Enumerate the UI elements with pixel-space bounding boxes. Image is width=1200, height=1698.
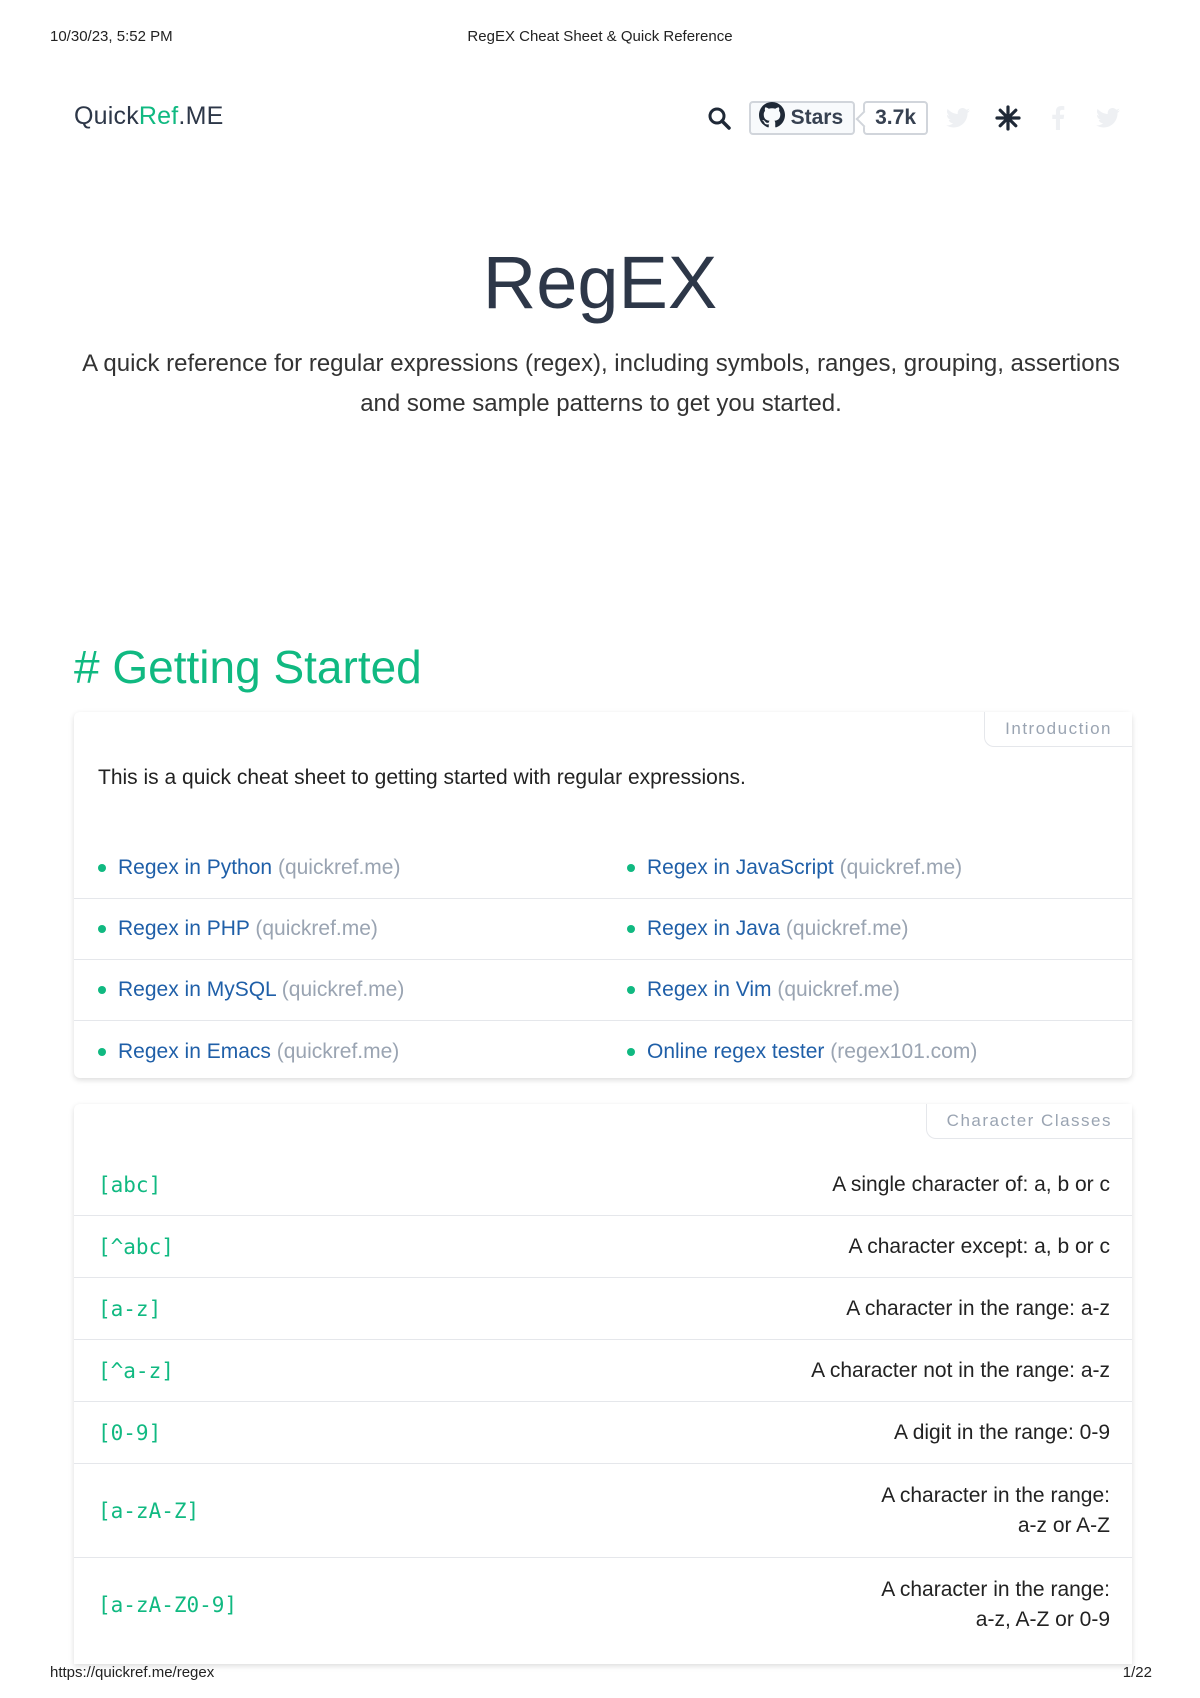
link-regex-vim[interactable]: Regex in Vim	[647, 978, 772, 1001]
regex-description: A single character of: a, b or c	[832, 1172, 1110, 1196]
link-regex-php[interactable]: Regex in PHP	[118, 917, 250, 940]
link-online-regex-tester[interactable]: Online regex tester	[647, 1040, 824, 1063]
regex-description: A character in the range: a-z or A-Z	[881, 1483, 1110, 1537]
link-domain: (quickref.me)	[255, 917, 378, 940]
table-row: [0-9] A digit in the range: 0-9	[74, 1402, 1132, 1464]
regex-code: [a-zA-Z]	[98, 1498, 200, 1523]
regex-links-list: Regex in Python (quickref.me) Regex in J…	[74, 838, 1132, 1082]
regex-code: [abc]	[98, 1172, 162, 1197]
regex-description: A digit in the range: 0-9	[894, 1420, 1110, 1444]
regex-code: [a-z]	[98, 1296, 162, 1321]
list-item: Regex in Java (quickref.me)	[603, 899, 1132, 960]
print-title: RegEX Cheat Sheet & Quick Reference	[467, 28, 733, 45]
link-domain: (quickref.me)	[281, 978, 405, 1001]
table-row: [abc] A single character of: a, b or c	[74, 1154, 1132, 1216]
site-nav: QuickRef.ME Stars 3.7k	[74, 96, 1128, 140]
link-domain: (quickref.me)	[777, 978, 900, 1001]
twitter-icon[interactable]	[1088, 98, 1128, 138]
logo-suffix: .ME	[178, 102, 224, 130]
table-row: [a-zA-Z0-9] A character in the range: a-z…	[74, 1558, 1132, 1652]
table-row: [^a-z] A character not in the range: a-z	[74, 1340, 1132, 1402]
list-item: Regex in Python (quickref.me)	[74, 838, 603, 899]
github-icon	[758, 102, 785, 134]
card-label: Introduction	[984, 712, 1132, 747]
character-classes-card: Character Classes [abc] A single characte…	[74, 1104, 1132, 1664]
print-url: https://quickref.me/regex	[50, 1664, 215, 1681]
introduction-card: Introduction This is a quick cheat sheet…	[74, 712, 1132, 1078]
regex-code: [^abc]	[98, 1234, 174, 1259]
table-row: [a-z] A character in the range: a-z	[74, 1278, 1132, 1340]
link-domain: (regex101.com)	[830, 1039, 978, 1063]
link-regex-mysql[interactable]: Regex in MySQL	[118, 978, 276, 1001]
table-row: [a-zA-Z] A character in the range: a-z or…	[74, 1464, 1132, 1558]
site-logo[interactable]: QuickRef.ME	[74, 102, 223, 131]
print-page-number: 1/22	[1122, 1664, 1152, 1681]
search-icon[interactable]	[699, 98, 739, 138]
page-title: RegEX	[482, 241, 718, 324]
list-item: Regex in PHP (quickref.me)	[74, 899, 603, 960]
github-stars-widget: Stars 3.7k	[748, 101, 928, 135]
table-row: [^abc] A character except: a, b or c	[74, 1216, 1132, 1278]
link-regex-emacs[interactable]: Regex in Emacs	[118, 1040, 271, 1063]
list-item: Regex in Vim (quickref.me)	[603, 960, 1132, 1021]
regex-code: [^a-z]	[98, 1358, 174, 1383]
link-domain: (quickref.me)	[276, 1039, 400, 1063]
print-footer: https://quickref.me/regex 1/22	[0, 1664, 1200, 1684]
print-header: 10/30/23, 5:52 PM RegEX Cheat Sheet & Qu…	[0, 28, 1200, 48]
page-description: A quick reference for regular expression…	[82, 350, 1120, 417]
regex-description: A character in the range: a-z	[846, 1296, 1110, 1320]
regex-description: A character in the range: a-z, A-Z or 0-…	[881, 1578, 1110, 1631]
card-label: Character Classes	[925, 1104, 1132, 1139]
facebook-icon[interactable]	[1038, 98, 1078, 138]
github-stars-button[interactable]: Stars	[748, 101, 856, 135]
link-regex-java[interactable]: Regex in Java	[647, 917, 780, 940]
logo-main: Quick	[74, 102, 139, 130]
section-heading-getting-started[interactable]: # Getting Started	[74, 640, 422, 694]
regex-code: [a-zA-Z0-9]	[98, 1593, 238, 1617]
link-regex-python[interactable]: Regex in Python	[118, 856, 272, 879]
twitter-icon[interactable]	[938, 98, 978, 138]
link-domain: (quickref.me)	[839, 856, 963, 879]
character-classes-table: [abc] A single character of: a, b or c [^…	[74, 1154, 1132, 1652]
regex-code: [0-9]	[98, 1420, 162, 1445]
theme-toggle-icon[interactable]	[988, 98, 1028, 138]
regex-description: A character not in the range: a-z	[811, 1358, 1110, 1382]
link-regex-javascript[interactable]: Regex in JavaScript	[647, 856, 834, 879]
nav-actions: Stars 3.7k	[699, 96, 1128, 140]
list-item: Regex in MySQL (quickref.me)	[74, 960, 603, 1021]
regex-description: A character except: a, b or c	[848, 1234, 1110, 1258]
github-stars-count[interactable]: 3.7k	[863, 101, 928, 135]
list-item: Regex in Emacs (quickref.me)	[74, 1021, 603, 1082]
list-item: Online regex tester (regex101.com)	[603, 1021, 1132, 1082]
intro-text: This is a quick cheat sheet to getting s…	[98, 766, 746, 789]
link-domain: (quickref.me)	[277, 856, 401, 879]
logo-accent: Ref	[138, 102, 179, 130]
link-domain: (quickref.me)	[785, 917, 909, 940]
list-item: Regex in JavaScript (quickref.me)	[603, 838, 1132, 899]
github-stars-label: Stars	[790, 106, 844, 129]
